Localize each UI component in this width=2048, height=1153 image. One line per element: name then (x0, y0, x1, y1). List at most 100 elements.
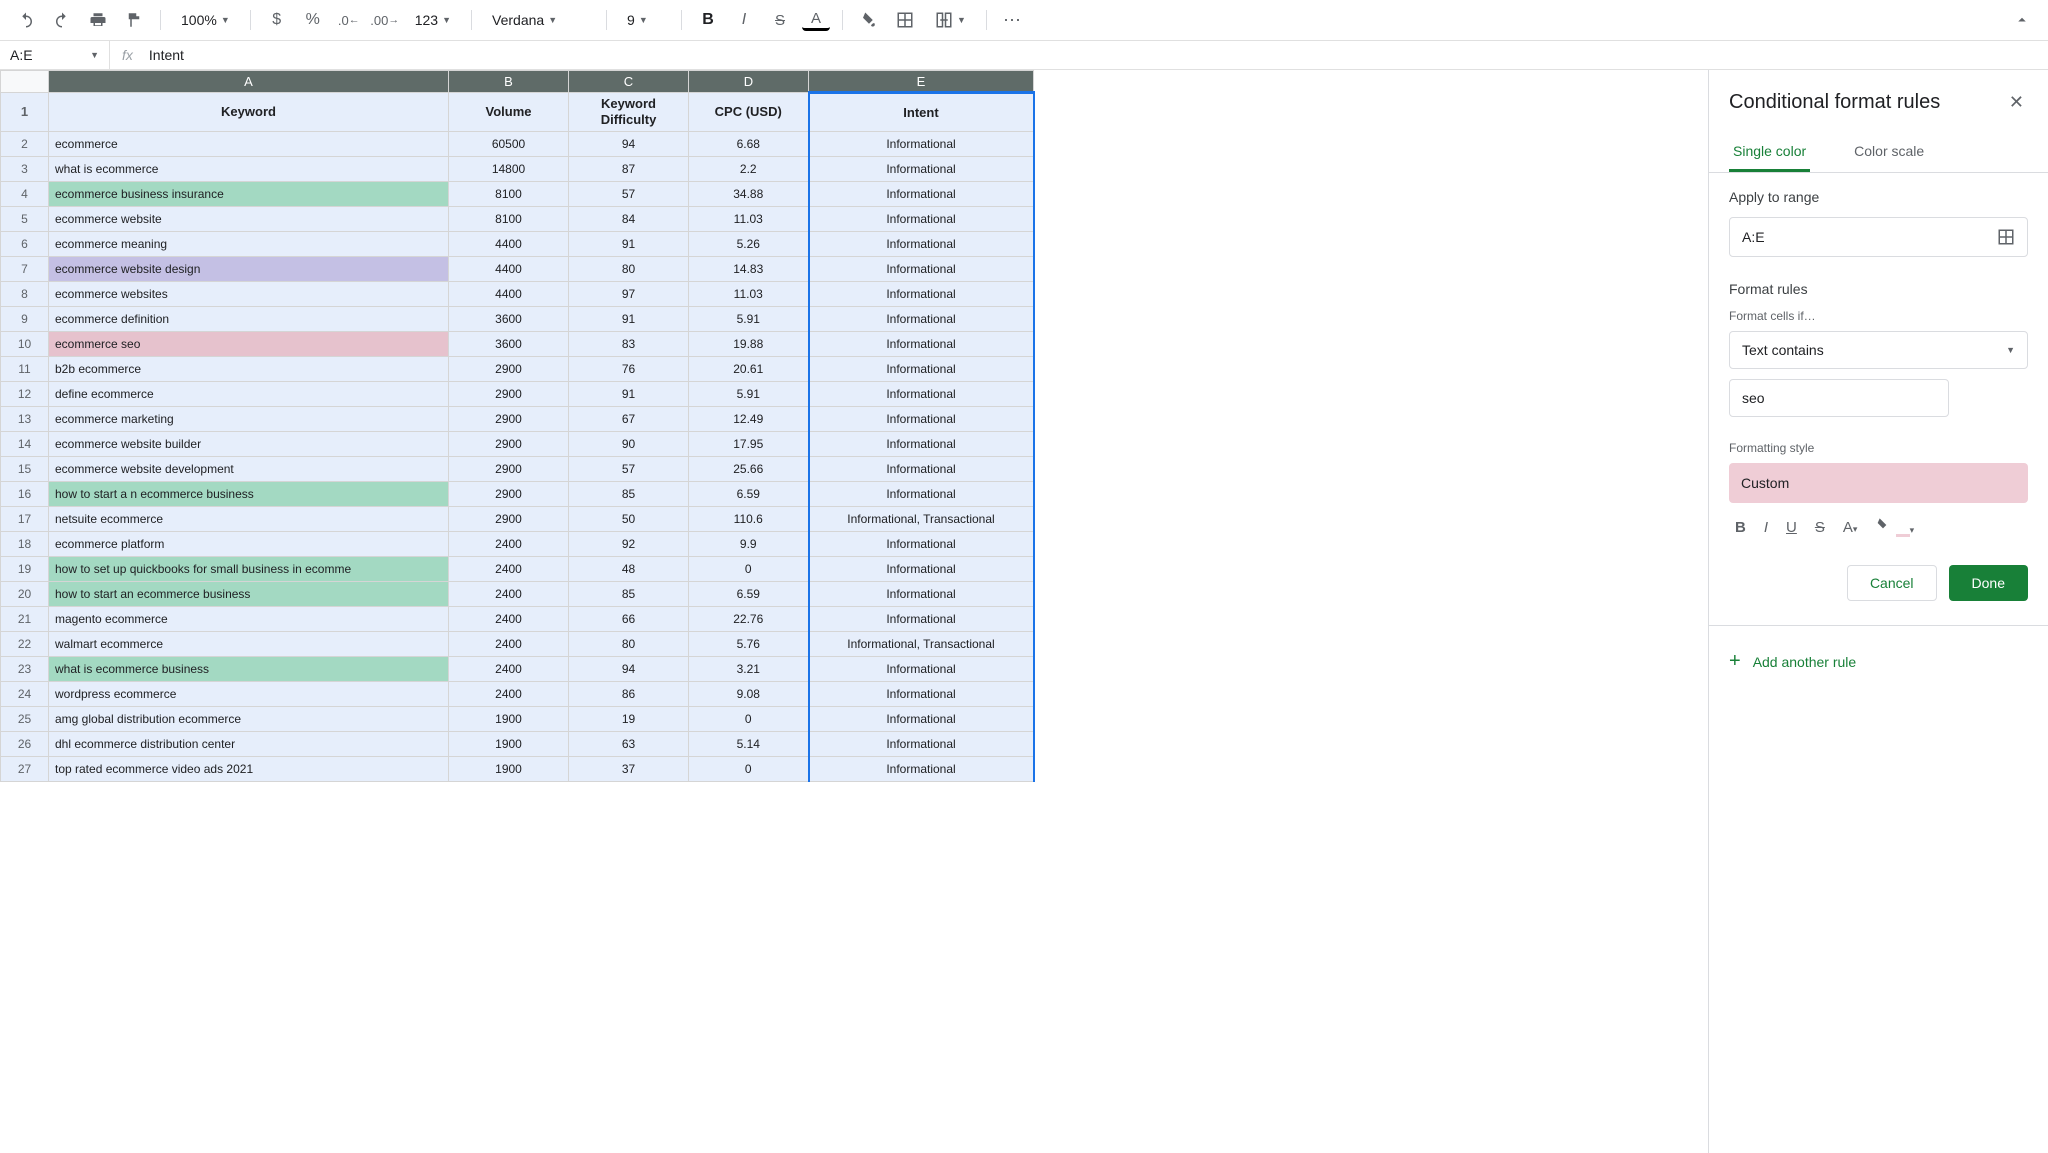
cell-cpc[interactable]: 5.76 (689, 632, 809, 657)
cell-difficulty[interactable]: 57 (569, 457, 689, 482)
row-header[interactable]: 12 (1, 382, 49, 407)
cell-cpc[interactable]: 22.76 (689, 607, 809, 632)
col-header-B[interactable]: B (449, 71, 569, 93)
cell-intent[interactable]: Informational (809, 757, 1034, 782)
cell-keyword[interactable]: b2b ecommerce (49, 357, 449, 382)
row-header[interactable]: 15 (1, 457, 49, 482)
cell-difficulty[interactable]: 97 (569, 282, 689, 307)
cell-volume[interactable]: 3600 (449, 307, 569, 332)
cell-difficulty[interactable]: 91 (569, 232, 689, 257)
cell-volume[interactable]: 2400 (449, 682, 569, 707)
style-strike-button[interactable]: S (1815, 519, 1825, 536)
cell-volume[interactable]: 2900 (449, 357, 569, 382)
row-header[interactable]: 21 (1, 607, 49, 632)
cell-keyword[interactable]: ecommerce websites (49, 282, 449, 307)
col-header-A[interactable]: A (49, 71, 449, 93)
cell-intent[interactable]: Informational (809, 332, 1034, 357)
cell-volume[interactable]: 2400 (449, 557, 569, 582)
strikethrough-button[interactable]: S (766, 6, 794, 34)
cell-keyword[interactable]: what is ecommerce (49, 157, 449, 182)
cell-volume[interactable]: 1900 (449, 732, 569, 757)
cell-intent[interactable]: Informational (809, 357, 1034, 382)
col-header-C[interactable]: C (569, 71, 689, 93)
col-header-E[interactable]: E (809, 71, 1034, 93)
format-preview[interactable]: Custom (1729, 463, 2028, 503)
header-volume[interactable]: Volume (449, 93, 569, 132)
cell-cpc[interactable]: 110.6 (689, 507, 809, 532)
cell-volume[interactable]: 2400 (449, 657, 569, 682)
cell-intent[interactable]: Informational (809, 457, 1034, 482)
cell-volume[interactable]: 2900 (449, 407, 569, 432)
cell-keyword[interactable]: ecommerce website builder (49, 432, 449, 457)
cell-keyword[interactable]: how to set up quickbooks for small busin… (49, 557, 449, 582)
cell-cpc[interactable]: 0 (689, 757, 809, 782)
cell-difficulty[interactable]: 90 (569, 432, 689, 457)
row-header[interactable]: 22 (1, 632, 49, 657)
col-header-D[interactable]: D (689, 71, 809, 93)
style-bold-button[interactable]: B (1735, 519, 1746, 536)
cell-intent[interactable]: Informational (809, 207, 1034, 232)
more-button[interactable]: ⋯ (999, 6, 1027, 34)
zoom-select[interactable]: 100% ▼ (173, 6, 238, 34)
cell-intent[interactable]: Informational (809, 157, 1034, 182)
cell-intent[interactable]: Informational, Transactional (809, 632, 1034, 657)
row-header[interactable]: 10 (1, 332, 49, 357)
row-header[interactable]: 25 (1, 707, 49, 732)
row-header[interactable]: 20 (1, 582, 49, 607)
cell-volume[interactable]: 2900 (449, 482, 569, 507)
cell-intent[interactable]: Informational (809, 557, 1034, 582)
cell-cpc[interactable]: 9.08 (689, 682, 809, 707)
cell-intent[interactable]: Informational (809, 607, 1034, 632)
style-fill-color-button[interactable]: ▾ (1875, 517, 1914, 537)
cell-keyword[interactable]: ecommerce website development (49, 457, 449, 482)
cell-intent[interactable]: Informational (809, 657, 1034, 682)
cell-volume[interactable]: 8100 (449, 182, 569, 207)
cell-cpc[interactable]: 2.2 (689, 157, 809, 182)
cell-volume[interactable]: 2900 (449, 507, 569, 532)
cell-keyword[interactable]: dhl ecommerce distribution center (49, 732, 449, 757)
row-header[interactable]: 11 (1, 357, 49, 382)
cell-volume[interactable]: 1900 (449, 757, 569, 782)
cell-cpc[interactable]: 6.59 (689, 582, 809, 607)
row-header[interactable]: 23 (1, 657, 49, 682)
cell-volume[interactable]: 8100 (449, 207, 569, 232)
row-header[interactable]: 2 (1, 132, 49, 157)
cell-cpc[interactable]: 12.49 (689, 407, 809, 432)
cell-intent[interactable]: Informational (809, 307, 1034, 332)
undo-button[interactable] (12, 6, 40, 34)
row-header[interactable]: 13 (1, 407, 49, 432)
cell-cpc[interactable]: 6.68 (689, 132, 809, 157)
borders-button[interactable] (891, 6, 919, 34)
cell-cpc[interactable]: 11.03 (689, 207, 809, 232)
cell-volume[interactable]: 2400 (449, 582, 569, 607)
cell-cpc[interactable]: 5.91 (689, 307, 809, 332)
cell-difficulty[interactable]: 48 (569, 557, 689, 582)
font-select[interactable]: Verdana ▼ (484, 6, 594, 34)
cell-cpc[interactable]: 25.66 (689, 457, 809, 482)
cell-difficulty[interactable]: 76 (569, 357, 689, 382)
cell-keyword[interactable]: what is ecommerce business (49, 657, 449, 682)
cell-keyword[interactable]: amg global distribution ecommerce (49, 707, 449, 732)
row-header[interactable]: 26 (1, 732, 49, 757)
collapse-toolbar-button[interactable] (2008, 6, 2036, 34)
fill-color-button[interactable] (855, 6, 883, 34)
text-color-button[interactable]: A (802, 9, 830, 31)
increase-decimal-button[interactable]: .00→ (371, 6, 399, 34)
cell-difficulty[interactable]: 63 (569, 732, 689, 757)
cell-difficulty[interactable]: 85 (569, 482, 689, 507)
cell-cpc[interactable]: 17.95 (689, 432, 809, 457)
row-header[interactable]: 16 (1, 482, 49, 507)
cell-intent[interactable]: Informational (809, 707, 1034, 732)
cell-difficulty[interactable]: 84 (569, 207, 689, 232)
row-header[interactable]: 4 (1, 182, 49, 207)
cell-intent[interactable]: Informational (809, 382, 1034, 407)
cell-difficulty[interactable]: 85 (569, 582, 689, 607)
cell-volume[interactable]: 1900 (449, 707, 569, 732)
cell-keyword[interactable]: netsuite ecommerce (49, 507, 449, 532)
cell-intent[interactable]: Informational (809, 682, 1034, 707)
row-header[interactable]: 18 (1, 532, 49, 557)
cell-cpc[interactable]: 34.88 (689, 182, 809, 207)
cell-keyword[interactable]: how to start a n ecommerce business (49, 482, 449, 507)
header-intent[interactable]: Intent (809, 93, 1034, 132)
cell-cpc[interactable]: 3.21 (689, 657, 809, 682)
